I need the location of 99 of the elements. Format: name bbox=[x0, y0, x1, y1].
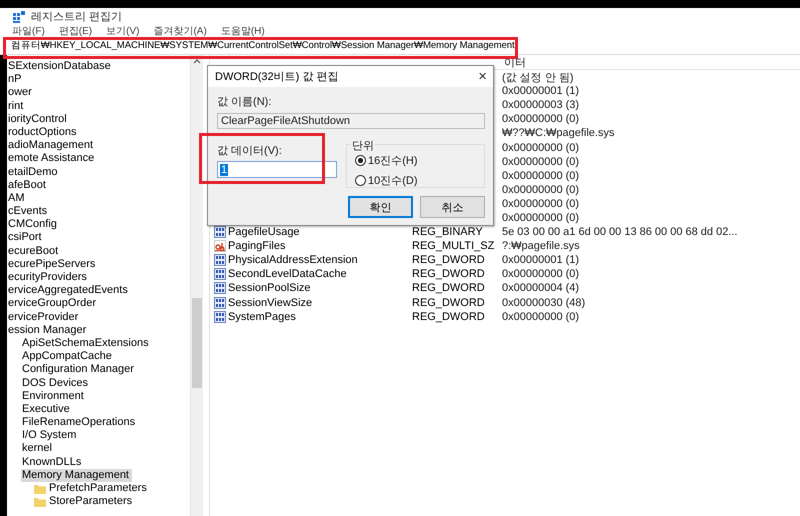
tree-item[interactable]: Environment bbox=[21, 390, 87, 403]
tree-item[interactable]: csiPort bbox=[7, 231, 45, 245]
scrollbar-thumb[interactable] bbox=[192, 298, 202, 388]
tree-item[interactable]: ecurePipeServers bbox=[7, 258, 98, 271]
tree-item[interactable]: ession Manager bbox=[7, 324, 90, 337]
value-type: REG_DWORD bbox=[412, 310, 485, 323]
tree-item[interactable]: KnownDLLs bbox=[21, 456, 84, 469]
tree-item[interactable]: emote Assistance bbox=[7, 152, 98, 166]
cancel-button[interactable]: 취소 bbox=[420, 196, 485, 218]
tree-item[interactable]: erviceGroupOrder bbox=[7, 297, 100, 311]
tree-item[interactable]: FileRenameOperations bbox=[21, 416, 138, 430]
value-name[interactable]: PhysicalAddressExtension bbox=[228, 254, 358, 266]
value-data: 0x00000001 (1) bbox=[502, 85, 580, 98]
value-data: 0x00000000 (0) bbox=[502, 198, 580, 210]
value-data: 0x00000000 (0) bbox=[502, 142, 580, 154]
menu-item[interactable]: 파일(F) bbox=[12, 24, 45, 38]
dialog-title: DWORD(32비트) 값 편집 bbox=[215, 70, 338, 84]
tree-item[interactable]: adioManagement bbox=[7, 139, 96, 152]
value-data: (값 설정 안 됨) bbox=[502, 72, 574, 84]
ok-button[interactable]: 확인 bbox=[348, 196, 413, 218]
menu-item[interactable]: 즐겨찾기(A) bbox=[153, 24, 207, 38]
value-data: 0x00000000 (0) bbox=[502, 184, 580, 196]
value-type: REG_DWORD bbox=[412, 282, 485, 294]
value-data: 0x00000000 (0) bbox=[502, 156, 580, 168]
tree-item[interactable]: ApiSetSchemaExtensions bbox=[21, 336, 152, 350]
tree-item[interactable]: CMConfig bbox=[7, 218, 60, 232]
tree-item[interactable]: ecurityProviders bbox=[7, 271, 90, 284]
scroll-up-icon[interactable] bbox=[193, 58, 201, 64]
folder-icon bbox=[34, 496, 46, 508]
tree-item[interactable]: etailDemo bbox=[7, 166, 61, 179]
binary-value-icon bbox=[214, 310, 226, 323]
app-icon bbox=[13, 10, 25, 22]
value-type: REG_MULTI_SZ bbox=[412, 240, 494, 252]
tree-item[interactable]: PrefetchParameters bbox=[33, 482, 150, 496]
value-data: 0x00000003 (3) bbox=[502, 99, 580, 112]
value-data: 0x00000001 (1) bbox=[502, 254, 580, 266]
tree-item[interactable]: erviceAggregatedEvents bbox=[7, 284, 131, 298]
address-path[interactable]: 컴퓨터₩HKEY_LOCAL_MACHINE₩SYSTEM₩CurrentControlSet₩Control₩Session Manager₩Memory Management bbox=[11, 38, 515, 52]
value-data: 0x00000000 (0) bbox=[502, 268, 580, 280]
value-name-field[interactable]: ClearPageFileAtShutdown bbox=[217, 113, 485, 129]
tree-item[interactable]: ower bbox=[7, 86, 35, 100]
binary-value-icon bbox=[214, 268, 226, 280]
column-header[interactable]: 이터 bbox=[502, 55, 526, 69]
menu-item[interactable]: 편집(E) bbox=[58, 24, 92, 38]
value-data: 0x00000030 (48) bbox=[502, 296, 586, 309]
tree-item[interactable]: Executive bbox=[21, 402, 73, 416]
radio-button[interactable] bbox=[355, 175, 366, 186]
tree-item[interactable]: Memory Management bbox=[21, 468, 132, 482]
menu-item[interactable]: 도움말(H) bbox=[220, 24, 265, 38]
value-name[interactable]: SessionPoolSize bbox=[228, 282, 311, 294]
value-data-field[interactable]: 1 bbox=[217, 161, 337, 178]
value-name[interactable]: PagefileUsage bbox=[228, 226, 300, 238]
tree-item[interactable]: rint bbox=[7, 100, 26, 113]
value-type: REG_DWORD bbox=[412, 254, 485, 266]
value-data: 0x00000000 (0) bbox=[502, 212, 580, 224]
string-value-icon bbox=[214, 240, 226, 252]
radio-label[interactable]: 16진수(H) bbox=[368, 153, 418, 168]
value-data: 0x00000000 (0) bbox=[502, 310, 580, 323]
close-button[interactable]: ✕ bbox=[478, 70, 487, 83]
tree-item[interactable]: SExtensionDatabase bbox=[7, 60, 114, 74]
radio-label[interactable]: 10진수(D) bbox=[368, 173, 418, 188]
value-data: ₩??₩C:₩pagefile.sys bbox=[502, 127, 614, 140]
tree-item[interactable]: kernel bbox=[21, 442, 55, 456]
tree-item[interactable]: AppCompatCache bbox=[21, 350, 115, 364]
tree-item[interactable]: ecureBoot bbox=[7, 244, 62, 258]
group-label: 단위 bbox=[351, 138, 375, 153]
tree-item[interactable]: StoreParameters bbox=[33, 495, 136, 508]
tree-item[interactable]: cEvents bbox=[7, 205, 50, 218]
binary-value-icon bbox=[214, 282, 226, 294]
value-name[interactable]: PagingFiles bbox=[228, 240, 286, 252]
value-data: 5e 03 00 00 a1 6d 00 00 13 86 00 00 68 dd 02... bbox=[502, 226, 738, 238]
scrollbar[interactable] bbox=[190, 55, 203, 516]
binary-value-icon bbox=[214, 296, 226, 309]
tree-item[interactable]: I/O System bbox=[21, 429, 80, 442]
radio-button[interactable] bbox=[355, 155, 366, 166]
tree-item[interactable]: roductOptions bbox=[7, 126, 80, 140]
value-type: REG_DWORD bbox=[412, 296, 485, 309]
menu-item[interactable]: 보기(V) bbox=[106, 24, 140, 38]
value-data: 0x00000004 (4) bbox=[502, 282, 580, 294]
value-type: REG_DWORD bbox=[412, 268, 485, 280]
value-name[interactable]: SessionViewSize bbox=[228, 296, 312, 309]
tree-item[interactable]: afeBoot bbox=[7, 178, 49, 192]
window-title: 레지스트리 편집기 bbox=[31, 10, 122, 24]
folder-icon bbox=[34, 482, 46, 495]
binary-value-icon bbox=[214, 254, 226, 266]
tree-item[interactable]: Configuration Manager bbox=[21, 363, 137, 376]
value-data: 0x00000000 (0) bbox=[502, 113, 580, 126]
value-name[interactable]: SecondLevelDataCache bbox=[228, 268, 347, 280]
tree-item[interactable]: iorityControl bbox=[7, 112, 70, 126]
value-data: 0x00000000 (0) bbox=[502, 170, 580, 182]
tree-item[interactable]: nP bbox=[7, 73, 24, 86]
field-label: 값 이름(N): bbox=[217, 95, 272, 109]
tree-item[interactable]: AM bbox=[7, 192, 28, 206]
value-data: ?:₩pagefile.sys bbox=[502, 240, 580, 252]
tree-item[interactable]: DOS Devices bbox=[21, 376, 92, 390]
value-name[interactable]: SystemPages bbox=[228, 310, 296, 323]
tree-item[interactable]: erviceProvider bbox=[7, 310, 82, 324]
field-label: 값 데이터(V): bbox=[217, 144, 283, 158]
value-type: REG_BINARY bbox=[412, 226, 483, 238]
